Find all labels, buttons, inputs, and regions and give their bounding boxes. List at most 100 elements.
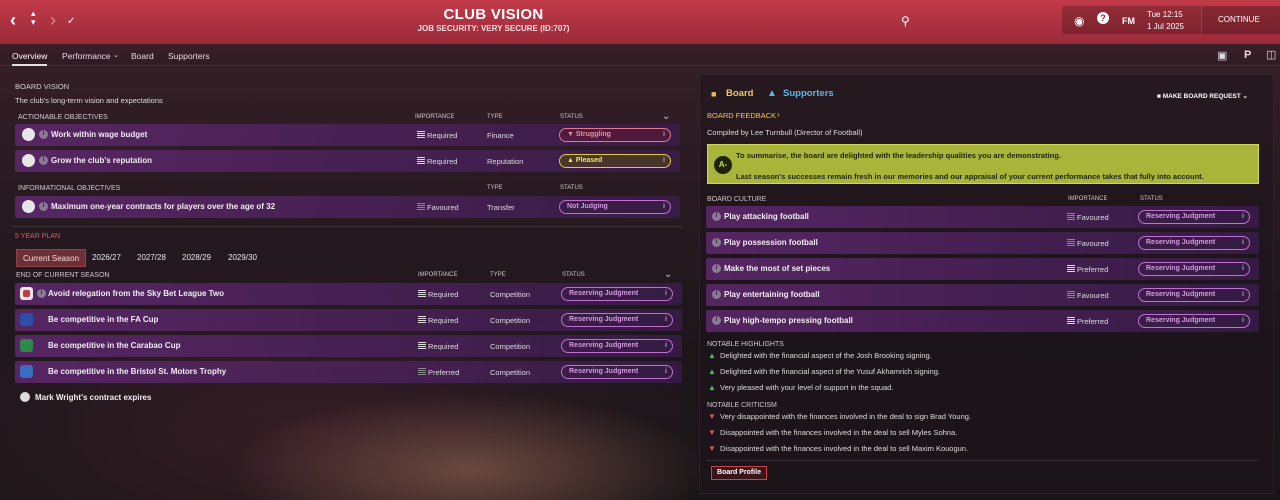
status-badge[interactable]: Reserving Judgment i	[561, 287, 673, 301]
trash-icon[interactable]: ◫	[1266, 48, 1276, 61]
tab-board-right[interactable]: Board	[726, 88, 753, 99]
status-badge[interactable]: ▲ Pleased i	[559, 154, 671, 168]
tab-supporters-right[interactable]: Supporters	[783, 88, 834, 99]
plan-row[interactable]: Be competitive in the Carabao Cup Requir…	[15, 335, 682, 357]
objective-importance: Required	[427, 131, 458, 140]
plan-row[interactable]: Be competitive in the Bristol St. Motors…	[15, 361, 682, 383]
monitor-icon[interactable]: ▣	[1217, 49, 1227, 62]
status-badge[interactable]: Reserving Judgment i	[1138, 314, 1250, 328]
page-title: CLUB VISION	[443, 6, 544, 23]
continue-button[interactable]: CONTINUE	[1201, 6, 1280, 34]
globe-icon[interactable]: ◉	[1074, 11, 1084, 31]
importance-icon	[1067, 239, 1075, 247]
thumb-up-icon: ▲	[708, 351, 716, 360]
info-icon[interactable]: i	[712, 238, 721, 247]
thumb-up-icon: ▲	[708, 383, 716, 392]
info-icon: i	[665, 342, 667, 349]
status-badge[interactable]: Reserving Judgment i	[561, 365, 673, 379]
highlight-item: Very pleased with your level of support …	[720, 383, 894, 392]
carabao-cup-crest-icon	[20, 339, 33, 352]
tab-performance[interactable]: Performance	[62, 51, 111, 61]
status-badge[interactable]: Reserving Judgment i	[1138, 236, 1250, 250]
contract-icon	[20, 392, 30, 402]
culture-row[interactable]: i Make the most of set pieces Preferred …	[706, 258, 1259, 280]
importance-icon	[418, 316, 426, 324]
culture-row[interactable]: i Play attacking football Favoured Reser…	[706, 206, 1259, 228]
objective-row[interactable]: i Grow the club's reputation Required Re…	[15, 150, 680, 172]
status-badge[interactable]: Reserving Judgment i	[561, 339, 673, 353]
feedback-summary: A- To summarise, the board are delighted…	[707, 144, 1259, 184]
plan-label: Be competitive in the Bristol St. Motors…	[48, 367, 227, 376]
status-badge[interactable]: Reserving Judgment i	[1138, 262, 1250, 276]
culture-importance: Favoured	[1077, 291, 1109, 300]
chevron-down-icon[interactable]: ⌄	[113, 51, 119, 59]
chevron-down-icon[interactable]: ⌄	[662, 111, 670, 122]
info-icon[interactable]: i	[39, 156, 48, 165]
board-profile-button[interactable]: Board Profile	[711, 466, 767, 480]
chevron-down-icon[interactable]: ⌄	[664, 269, 672, 280]
status-badge[interactable]: Reserving Judgment i	[1138, 288, 1250, 302]
tab-2028-29[interactable]: 2028/29	[176, 249, 217, 267]
tab-supporters[interactable]: Supporters	[168, 51, 210, 61]
informational-heading: INFORMATIONAL OBJECTIVES	[18, 185, 121, 192]
objective-label: Maximum one-year contracts for players o…	[51, 202, 276, 211]
board-vision-description: The club's long-term vision and expectat…	[15, 96, 163, 105]
culture-row[interactable]: i Play high-tempo pressing football Pref…	[706, 310, 1259, 332]
plan-label: Be competitive in the FA Cup	[48, 315, 159, 324]
culture-label: Play possession football	[724, 238, 818, 247]
info-icon[interactable]: i	[712, 316, 721, 325]
fm-logo[interactable]: FM	[1122, 11, 1135, 31]
tab-overview[interactable]: Overview	[12, 51, 48, 66]
objective-label: Work within wage budget	[51, 130, 148, 139]
briefcase-icon: ■	[711, 89, 717, 99]
info-icon[interactable]: i	[39, 130, 48, 139]
board-feedback-heading[interactable]: BOARD FEEDBACK	[707, 111, 776, 120]
culture-row[interactable]: i Play possession football Favoured Rese…	[706, 232, 1259, 254]
status-badge[interactable]: Reserving Judgment i	[1138, 210, 1250, 224]
notes-icon[interactable]: P	[1244, 49, 1251, 61]
fa-cup-crest-icon	[20, 313, 33, 326]
search-icon[interactable]: ⚲	[901, 11, 910, 31]
importance-icon	[418, 342, 426, 350]
info-icon[interactable]: i	[712, 290, 721, 299]
plan-row[interactable]: Be competitive in the FA Cup Required Co…	[15, 309, 682, 331]
objective-row[interactable]: i Maximum one-year contracts for players…	[15, 196, 680, 218]
info-icon: i	[1242, 317, 1244, 324]
tab-2027-28[interactable]: 2027/28	[131, 249, 172, 267]
culture-label: Make the most of set pieces	[724, 264, 831, 273]
objective-type: Transfer	[487, 203, 515, 212]
compiled-by: Compiled by Lee Turnbull (Director of Fo…	[707, 128, 863, 137]
importance-icon	[1067, 317, 1075, 325]
tab-board[interactable]: Board	[131, 51, 154, 61]
info-icon[interactable]: i	[712, 212, 721, 221]
star-icon	[22, 154, 35, 167]
col-importance: IMPORTANCE	[415, 114, 455, 120]
status-badge[interactable]: Reserving Judgment i	[561, 313, 673, 327]
tab-2026-27[interactable]: 2026/27	[86, 249, 127, 267]
tab-current-season[interactable]: Current Season	[16, 249, 87, 267]
culture-label: Play attacking football	[724, 212, 809, 221]
culture-row[interactable]: i Play entertaining football Favoured Re…	[706, 284, 1259, 306]
contract-note[interactable]: Mark Wright's contract expires	[35, 393, 151, 402]
help-icon[interactable]: ?	[1097, 12, 1109, 24]
five-year-plan-heading: 5 YEAR PLAN	[15, 233, 61, 240]
actionable-heading: ACTIONABLE OBJECTIVES	[18, 114, 108, 121]
info-icon[interactable]: i	[37, 289, 46, 298]
plan-importance: Required	[428, 342, 459, 351]
tab-2029-30[interactable]: 2029/30	[222, 249, 263, 267]
info-icon: i	[663, 203, 665, 210]
col-status: STATUS	[1140, 196, 1163, 202]
board-vision-heading: BOARD VISION	[15, 82, 70, 91]
info-icon[interactable]: i	[712, 264, 721, 273]
culture-importance: Preferred	[1077, 317, 1109, 326]
objective-importance: Favoured	[427, 203, 459, 212]
status-badge[interactable]: ▼ Struggling i	[559, 128, 671, 142]
info-icon[interactable]: i	[39, 202, 48, 211]
importance-icon	[417, 157, 425, 165]
divider	[12, 226, 682, 227]
make-board-request-button[interactable]: ■ MAKE BOARD REQUEST ⌄	[1157, 90, 1260, 104]
objective-row[interactable]: i Work within wage budget Required Finan…	[15, 124, 680, 146]
plan-row[interactable]: i Avoid relegation from the Sky Bet Leag…	[15, 283, 682, 305]
criticism-item: Disappointed with the finances involved …	[720, 444, 969, 453]
status-badge[interactable]: Not Judging i	[559, 200, 671, 214]
